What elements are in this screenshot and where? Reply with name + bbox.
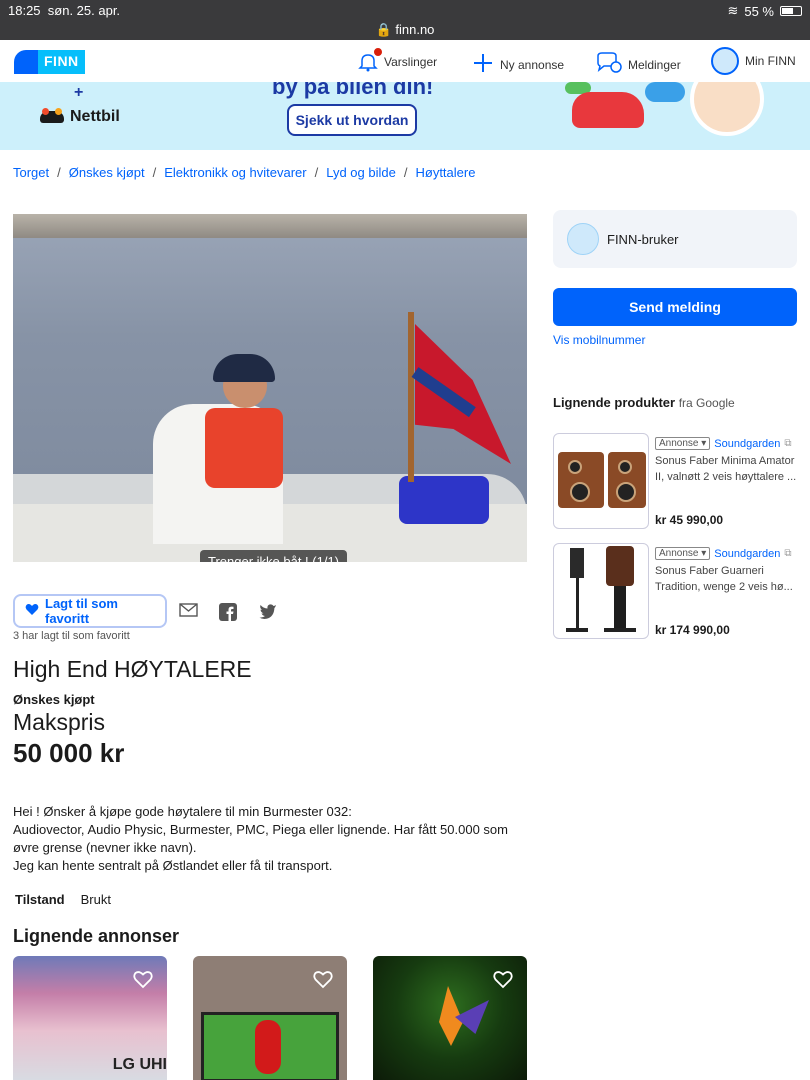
product-price: kr 174 990,00 — [655, 623, 730, 637]
wifi-icon: ≋ — [727, 3, 739, 18]
external-link-icon: ⧉ — [784, 548, 792, 559]
external-link-icon: ⧉ — [784, 438, 792, 449]
nav-ny-annonse-label: Ny annonse — [500, 57, 565, 72]
card-image-text: LG UHI — [112, 1056, 167, 1073]
condition-row: Tilstand Brukt — [15, 892, 111, 907]
send-message-button[interactable]: Send melding — [553, 288, 797, 326]
show-mobile-link[interactable]: Vis mobilnummer — [553, 333, 645, 347]
favorite-count: 3 har lagt til som favoritt — [13, 630, 130, 642]
shop-link[interactable]: Soundgarden — [714, 548, 780, 560]
description-line: Audiovector, Audio Physic, Burmester, PM… — [13, 822, 508, 855]
breadcrumb-elektronikk[interactable]: Elektronikk og hvitevarer — [164, 165, 306, 180]
similar-ad-card[interactable]: LG UHI — [13, 956, 167, 1080]
heart-outline-icon[interactable] — [133, 970, 153, 990]
ad-type: Ønskes kjøpt — [13, 692, 95, 707]
banner-plus: + — [74, 84, 84, 101]
nav-min-finn-label: Min FINN — [745, 54, 796, 68]
status-time: 18:25 søn. 25. apr. — [8, 3, 121, 18]
user-avatar-icon — [711, 47, 739, 75]
similar-ad-card[interactable] — [193, 956, 347, 1080]
plus-icon — [472, 52, 494, 77]
nav-ny-annonse[interactable]: Ny annonse — [472, 52, 564, 77]
product-image — [553, 543, 649, 639]
price-label: Makspris — [13, 709, 106, 735]
similar-ads-title: Lignende annonser — [13, 926, 180, 946]
chat-icon — [596, 52, 622, 77]
top-navigation: FINN Varslinger Ny annonse Meldinger Min… — [0, 40, 810, 82]
condition-value: Brukt — [80, 892, 111, 907]
address-bar[interactable]: 🔒 finn.no — [0, 22, 810, 40]
nav-varslinger-label: Varslinger — [384, 55, 438, 69]
twitter-icon[interactable] — [259, 603, 277, 621]
product-name: Sonus Faber Minima Amator II, valnøtt 2 … — [655, 455, 797, 483]
bell-icon — [358, 46, 384, 72]
heart-outline-icon[interactable] — [313, 970, 333, 990]
ad-tag[interactable]: Annonse ▾ — [655, 547, 711, 560]
favorite-label: Lagt til som favoritt — [45, 596, 118, 626]
image-caption: Trenger ikke båt ! (1/1) — [200, 550, 348, 562]
shop-link[interactable]: Soundgarden — [714, 438, 780, 450]
banner-cta-button[interactable]: Sjekk ut hvordan — [287, 104, 417, 136]
seller-avatar-icon — [567, 223, 599, 255]
mail-icon[interactable] — [179, 603, 198, 621]
product-price: kr 45 990,00 — [655, 513, 724, 527]
seller-card: FINN-bruker — [553, 210, 797, 268]
ad-title: High End HØYTALERE — [13, 656, 252, 682]
battery-indicator: ≋ 55 % — [727, 3, 802, 19]
seller-name: FINN-bruker — [607, 231, 679, 247]
similar-products-title: Lignende produkter fra Google — [553, 395, 735, 410]
breadcrumb-lyd-og-bilde[interactable]: Lyd og bilde — [326, 165, 396, 180]
car-illustration — [572, 92, 644, 128]
finn-logo[interactable]: FINN — [14, 50, 88, 74]
car-icon — [40, 108, 64, 123]
product-name: Sonus Faber Guarneri Tradition, wenge 2 … — [655, 565, 793, 593]
nav-varslinger[interactable]: Varslinger — [358, 46, 438, 72]
breadcrumb-onskes-kjopt[interactable]: Ønskes kjøpt — [69, 165, 145, 180]
heart-icon — [25, 603, 39, 619]
status-bar: 18:25 søn. 25. apr. ≋ 55 % — [0, 0, 810, 22]
description-line: Hei ! Ønsker å kjøpe gode høytalere til … — [13, 804, 352, 819]
nav-meldinger-label: Meldinger — [628, 57, 681, 72]
breadcrumb: Torget / Ønskes kjøpt / Elektronikk og h… — [13, 165, 476, 180]
product-card[interactable]: Annonse ▾ Soundgarden ⧉ Sonus Faber Minima… — [553, 433, 797, 529]
nav-min-finn[interactable]: Min FINN — [711, 47, 796, 75]
banner-headline: by på bilen din! — [272, 82, 434, 99]
lock-icon: 🔒 — [375, 22, 392, 37]
facebook-icon[interactable] — [219, 603, 237, 621]
nav-meldinger[interactable]: Meldinger — [596, 52, 681, 77]
nettbil-logo: Nettbil — [40, 108, 120, 126]
battery-icon — [780, 6, 802, 16]
person-illustration — [690, 82, 764, 136]
ad-main-image[interactable]: Trenger ikke båt ! (1/1) — [13, 214, 527, 562]
ad-price: 50 000 kr — [13, 738, 125, 768]
favorite-button[interactable]: Lagt til som favoritt — [13, 594, 167, 628]
similar-ad-card[interactable] — [373, 956, 527, 1080]
heart-outline-icon[interactable] — [493, 970, 513, 990]
ad-tag[interactable]: Annonse ▾ — [655, 437, 711, 450]
ad-banner[interactable]: by på bilen din! + Nettbil Sjekk ut hvor… — [0, 82, 810, 150]
product-image — [553, 433, 649, 529]
condition-key: Tilstand — [15, 892, 65, 907]
car-illustration — [645, 82, 685, 102]
breadcrumb-hoyttalere[interactable]: Høyttalere — [415, 165, 475, 180]
notification-badge — [372, 46, 384, 58]
description-line: Jeg kan hente sentralt på Østlandet elle… — [13, 858, 333, 873]
ad-description: Hei ! Ønsker å kjøpe gode høytalere til … — [13, 803, 533, 875]
breadcrumb-torget[interactable]: Torget — [13, 165, 49, 180]
product-card[interactable]: Annonse ▾ Soundgarden ⧉ Sonus Faber Guarne… — [553, 543, 797, 639]
